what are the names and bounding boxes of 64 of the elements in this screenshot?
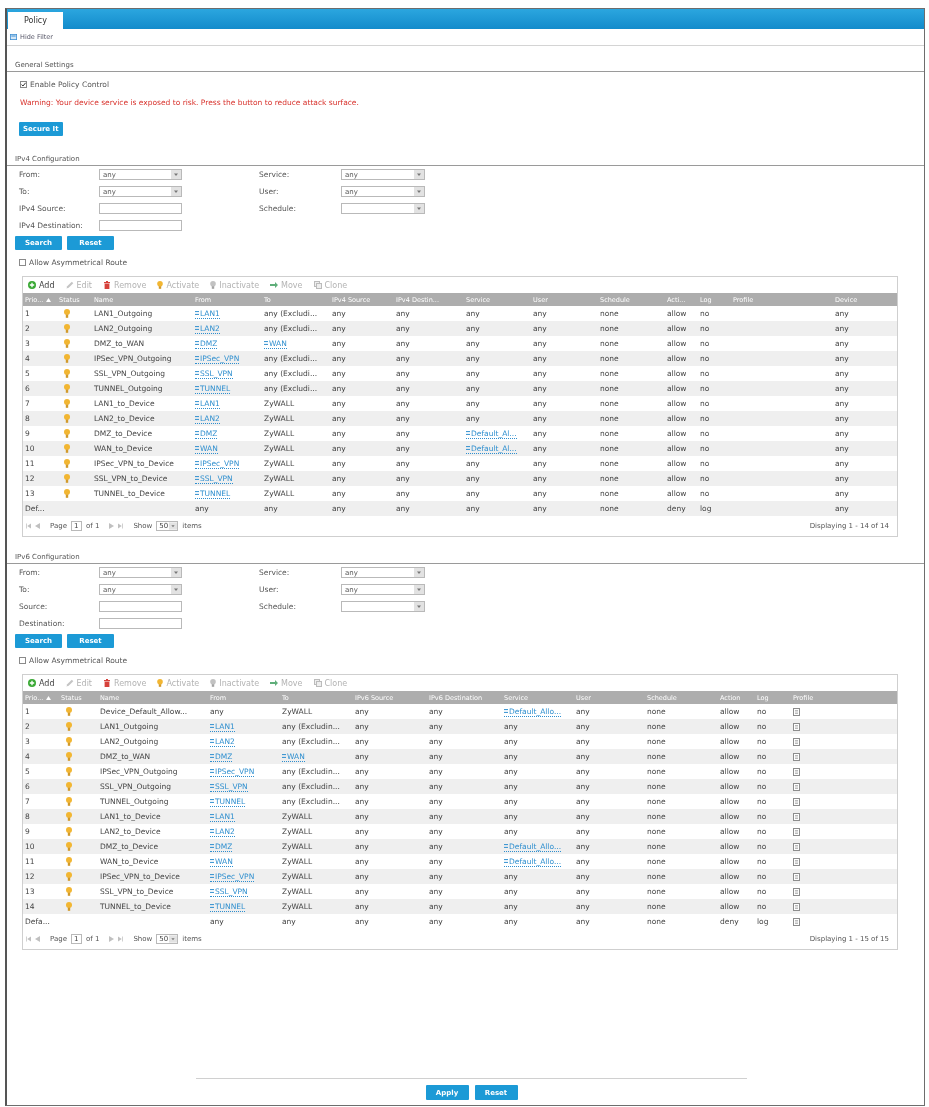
checkbox[interactable] <box>19 656 26 664</box>
previous-page-icon[interactable] <box>35 523 40 529</box>
plus-icon <box>28 281 36 289</box>
last-page-icon[interactable] <box>118 523 124 529</box>
last-page-icon[interactable] <box>118 936 124 942</box>
sort-arrow-icon <box>46 695 52 700</box>
dropdown-arrow-icon <box>171 585 181 594</box>
document-icon <box>793 797 800 806</box>
dropdown-arrow-icon <box>171 170 181 179</box>
dropdown-arrow-icon <box>414 187 424 196</box>
toolbar-button[interactable]: Add <box>28 280 55 290</box>
dropdown-arrow-icon <box>414 568 424 577</box>
trash-icon <box>103 679 111 687</box>
document-icon <box>793 722 800 731</box>
lightbulb-icon <box>157 679 164 687</box>
pencil-icon <box>65 679 74 687</box>
document-icon <box>793 752 800 761</box>
first-page-icon[interactable] <box>26 523 31 529</box>
checkbox[interactable] <box>19 258 26 266</box>
checkbox[interactable] <box>20 80 27 88</box>
previous-page-icon[interactable] <box>35 936 40 942</box>
document-icon <box>793 827 800 836</box>
document-icon <box>793 707 800 716</box>
copy-icon <box>313 679 322 687</box>
first-page-icon[interactable] <box>26 936 31 942</box>
dropdown-arrow-icon <box>171 187 181 196</box>
lightbulb-icon <box>210 679 217 687</box>
trash-icon <box>103 281 111 289</box>
text-field[interactable] <box>99 220 182 231</box>
lightbulb-icon <box>210 281 217 289</box>
panel-icon <box>10 34 17 40</box>
pencil-icon <box>65 281 74 289</box>
dropdown-arrow-icon <box>414 170 424 179</box>
copy-icon <box>313 281 322 289</box>
text-field[interactable] <box>99 618 182 629</box>
dropdown[interactable] <box>341 601 425 612</box>
toolbar-button[interactable]: Add <box>28 678 55 688</box>
document-icon <box>793 887 800 896</box>
dropdown-arrow-icon <box>171 568 181 577</box>
document-icon <box>793 812 800 821</box>
arrow-icon <box>270 281 279 289</box>
document-icon <box>793 917 800 926</box>
text-field[interactable] <box>99 203 182 214</box>
document-icon <box>793 737 800 746</box>
dropdown-arrow-icon <box>414 204 424 213</box>
plus-icon <box>28 679 36 687</box>
dropdown-arrow-icon <box>169 935 178 943</box>
dropdown-arrow-icon <box>414 585 424 594</box>
dropdown[interactable] <box>341 203 425 214</box>
dropdown-arrow-icon <box>169 522 178 530</box>
document-icon <box>793 872 800 881</box>
document-icon <box>793 902 800 911</box>
sort-arrow-icon <box>46 297 52 302</box>
document-icon <box>793 842 800 851</box>
lightbulb-icon <box>157 281 164 289</box>
document-icon <box>793 782 800 791</box>
dropdown-arrow-icon <box>414 602 424 611</box>
next-page-icon[interactable] <box>109 523 115 529</box>
document-icon <box>793 767 800 776</box>
tab[interactable]: Policy <box>8 12 63 29</box>
text-field[interactable] <box>99 601 182 612</box>
arrow-icon <box>270 679 279 687</box>
next-page-icon[interactable] <box>109 936 115 942</box>
document-icon <box>793 857 800 866</box>
